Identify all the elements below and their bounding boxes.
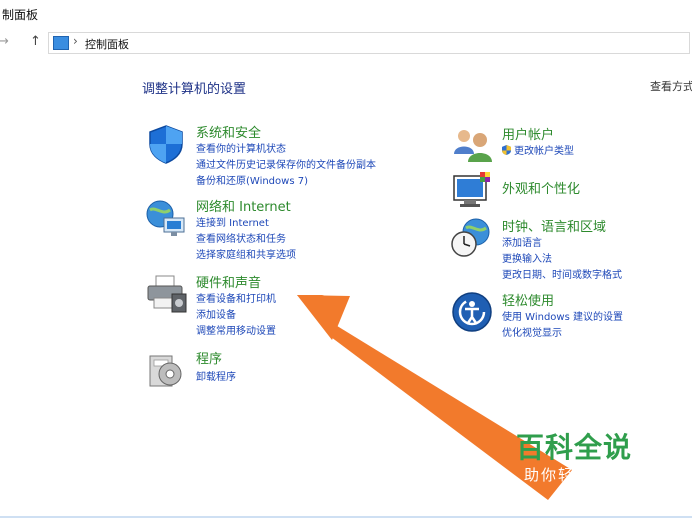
title-bar: 制面板: [0, 0, 692, 28]
monitor-palette-icon[interactable]: [450, 170, 494, 214]
category-title-system-security[interactable]: 系统和安全: [196, 122, 261, 141]
page-title: 调整计算机的设置: [142, 82, 247, 97]
window-title: 制面板: [2, 8, 39, 22]
category-title-clock-language[interactable]: 时钟、语言和区域: [502, 216, 606, 235]
category-title-ease-of-access[interactable]: 轻松使用: [502, 290, 554, 309]
chevron-right-icon[interactable]: ›: [73, 34, 78, 48]
up-arrow-icon[interactable]: ↑: [30, 34, 41, 49]
watermark-subtitle: 助你轻松解决: [524, 466, 627, 484]
link-devices-printers[interactable]: 查看设备和打印机: [196, 290, 276, 305]
link-homegroup-sharing[interactable]: 选择家庭组和共享选项: [196, 246, 296, 261]
category-title-hardware-sound[interactable]: 硬件和声音: [196, 272, 261, 291]
link-optimize-visual-display[interactable]: 优化视觉显示: [502, 324, 562, 339]
category-ease-of-access: 轻松使用 使用 Windows 建议的设置 优化视觉显示: [450, 290, 690, 340]
link-date-time-format[interactable]: 更改日期、时间或数字格式: [502, 266, 622, 281]
link-uninstall-program[interactable]: 卸载程序: [196, 368, 236, 383]
link-view-computer-status[interactable]: 查看你的计算机状态: [196, 140, 286, 155]
link-file-history[interactable]: 通过文件历史记录保存你的文件备份副本: [196, 156, 376, 171]
category-user-accounts: 用户帐户 更改帐户类型: [450, 124, 690, 164]
category-appearance-personalization: 外观和个性化: [450, 170, 690, 214]
category-title-appearance[interactable]: 外观和个性化: [502, 178, 580, 197]
category-network-internet: 网络和 Internet 连接到 Internet 查看网络状态和任务 选择家庭…: [144, 196, 424, 261]
view-by-label[interactable]: 查看方式: [650, 78, 692, 94]
programs-icon[interactable]: [144, 348, 188, 392]
link-recommended-settings[interactable]: 使用 Windows 建议的设置: [502, 308, 623, 323]
clock-globe-icon[interactable]: [450, 216, 494, 260]
category-clock-language-region: 时钟、语言和区域 添加语言 更换输入法 更改日期、时间或数字格式: [450, 216, 690, 281]
network-globe-icon[interactable]: [144, 196, 188, 240]
category-title-user-accounts[interactable]: 用户帐户: [502, 124, 554, 143]
printer-icon[interactable]: [144, 272, 188, 316]
users-icon[interactable]: [450, 124, 494, 168]
watermark-title: 百科全说: [516, 431, 633, 464]
link-network-status[interactable]: 查看网络状态和任务: [196, 230, 286, 245]
forward-arrow-icon[interactable]: →: [0, 34, 9, 49]
link-change-input-method[interactable]: 更换输入法: [502, 250, 552, 265]
control-panel-small-icon: [53, 36, 69, 50]
category-programs: 程序 卸载程序: [144, 348, 424, 392]
category-system-security: 系统和安全 查看你的计算机状态 通过文件历史记录保存你的文件备份副本 备份和还原…: [144, 122, 424, 187]
link-connect-internet[interactable]: 连接到 Internet: [196, 214, 269, 229]
address-field[interactable]: › 控制面板: [48, 32, 690, 54]
link-change-account-type-label[interactable]: 更改帐户类型: [514, 146, 574, 157]
link-mobility-settings[interactable]: 调整常用移动设置: [196, 322, 276, 337]
category-hardware-sound: 硬件和声音 查看设备和打印机 添加设备 调整常用移动设置: [144, 272, 424, 337]
category-title-network-internet[interactable]: 网络和 Internet: [196, 196, 291, 215]
uac-shield-icon: [502, 145, 511, 155]
shield-icon[interactable]: [144, 122, 188, 166]
category-title-programs[interactable]: 程序: [196, 348, 222, 367]
address-path[interactable]: 控制面板: [85, 36, 129, 52]
ease-of-access-icon[interactable]: [450, 290, 494, 334]
address-bar-row: → ↑ › 控制面板: [0, 30, 692, 54]
link-backup-restore[interactable]: 备份和还原(Windows 7): [196, 172, 308, 187]
link-change-account-type[interactable]: 更改帐户类型: [502, 142, 574, 157]
link-add-language[interactable]: 添加语言: [502, 234, 542, 249]
link-add-device[interactable]: 添加设备: [196, 306, 236, 321]
